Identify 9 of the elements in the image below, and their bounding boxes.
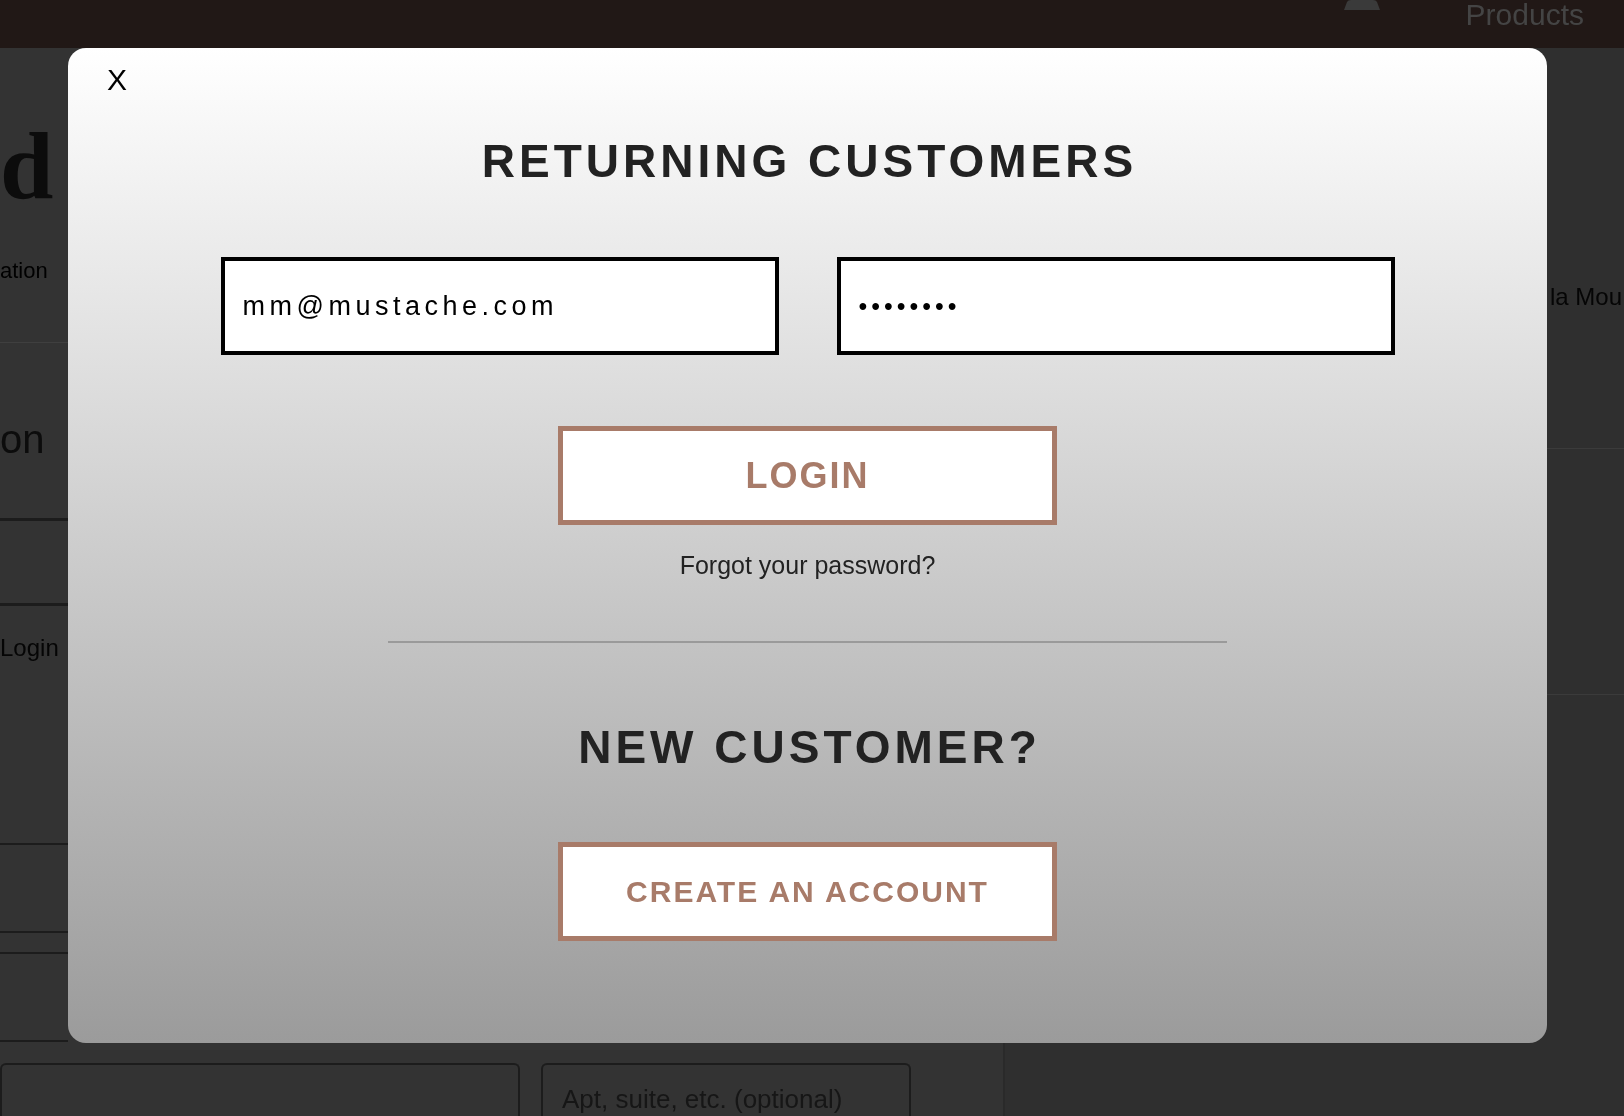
email-field[interactable]: mm@mustache.com <box>220 257 779 355</box>
section-title: NEW CUSTOMER? <box>577 724 1041 770</box>
forgot-password-link[interactable]: Forgot your password? <box>679 553 936 578</box>
close-button[interactable]: X <box>107 65 127 95</box>
create-account-button[interactable]: CREATE AN ACCOUNT <box>558 842 1057 941</box>
user-icon[interactable] <box>1343 0 1380 10</box>
dialog-title: RETURNING CUSTOMERS <box>480 138 1138 184</box>
password-field[interactable]: •••••••• <box>836 257 1395 355</box>
login-button[interactable]: LOGIN <box>558 426 1057 525</box>
